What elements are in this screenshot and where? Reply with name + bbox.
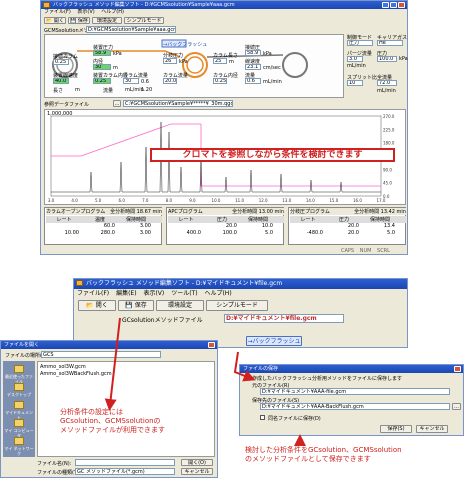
open-arrow <box>104 317 121 411</box>
save-arrow <box>233 351 256 382</box>
arrow-overlay <box>104 317 306 446</box>
